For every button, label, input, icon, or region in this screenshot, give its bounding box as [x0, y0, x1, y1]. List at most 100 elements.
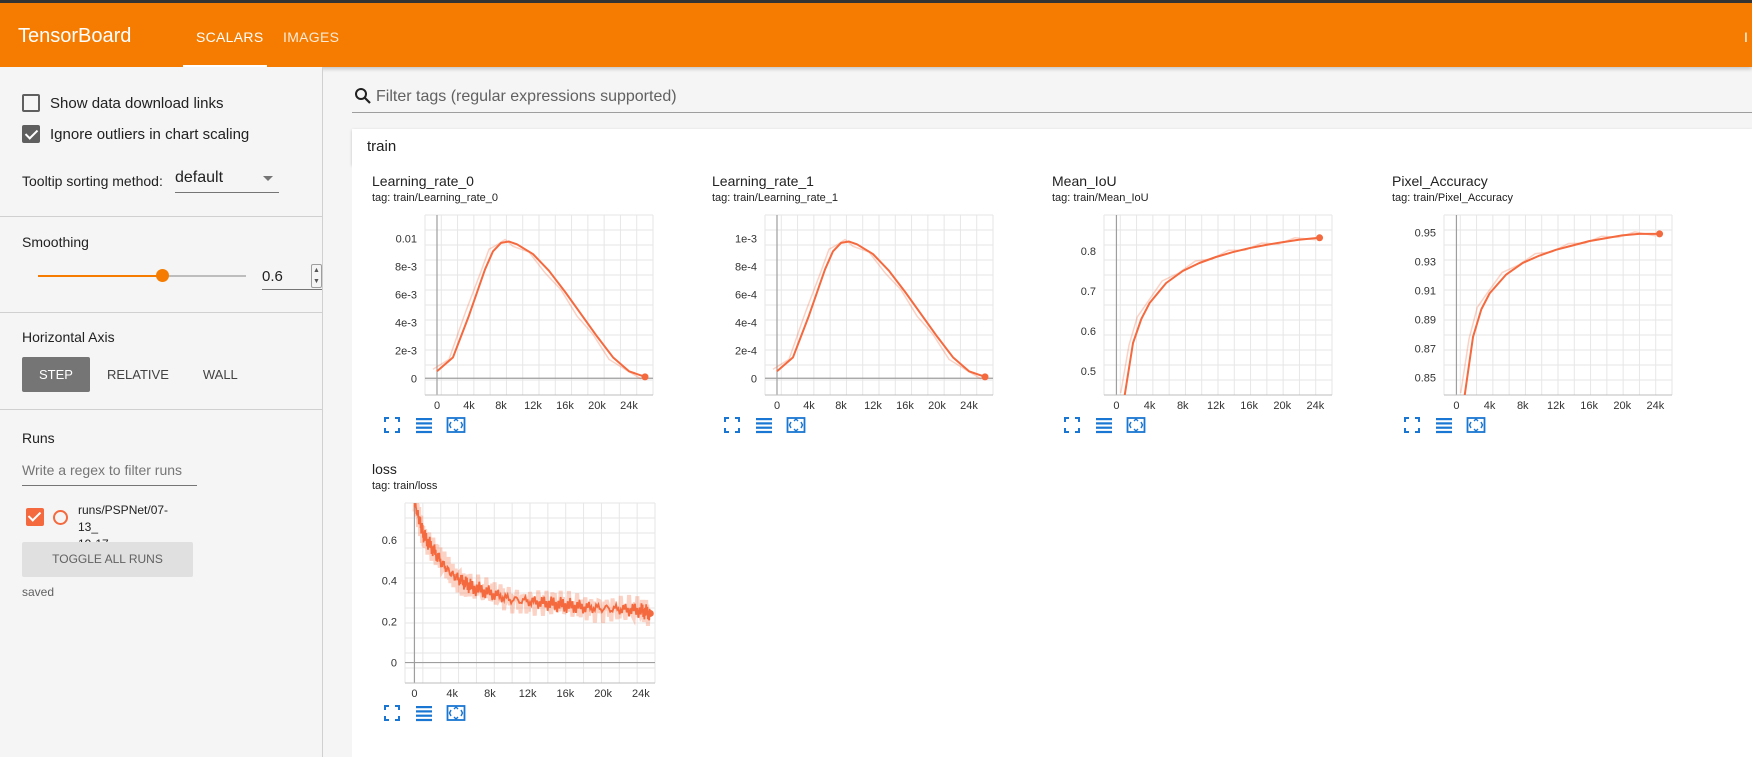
data-list-icon[interactable] — [1434, 415, 1454, 435]
series-group — [1119, 236, 1320, 395]
data-list-icon[interactable] — [414, 415, 434, 435]
x-tick-label: 0 — [1113, 400, 1119, 412]
y-tick-label: 0 — [751, 373, 757, 385]
smoothing-slider-thumb[interactable] — [155, 269, 169, 282]
y-tick-label: 0.87 — [1415, 344, 1436, 356]
y-tick-label: 0.7 — [1081, 286, 1096, 298]
ignore-outliers-option[interactable]: Ignore outliers in chart scaling — [22, 125, 249, 143]
tooltip-sort-select[interactable]: default — [175, 169, 279, 193]
x-tick-label: 16k — [557, 688, 575, 700]
line-chart[interactable]: 0 4k 8k 12k 16k 20k 24k 0 2e-3 4e-3 6e-3 8e-3 0.01 — [352, 205, 692, 425]
tag-group-title: train — [367, 138, 397, 155]
data-list-icon[interactable] — [754, 415, 774, 435]
tab-images[interactable]: IMAGES — [283, 29, 339, 45]
line-chart[interactable]: 0 4k 8k 12k 16k 20k 24k 0.5 0.6 0.7 0.8 — [1032, 205, 1372, 425]
tab-scalars[interactable]: SCALARS — [196, 29, 263, 45]
line-chart[interactable]: 0 4k 8k 12k 16k 20k 24k 0 0.2 0.4 0.6 — [352, 493, 692, 713]
x-tick-label: 16k — [896, 400, 914, 412]
horizontal-axis-title: Horizontal Axis — [22, 329, 115, 345]
sidebar-border — [322, 67, 323, 757]
x-tick-label: 24k — [960, 400, 978, 412]
x-tick-label: 12k — [864, 400, 882, 412]
y-tick-label: 0.95 — [1415, 227, 1436, 239]
tab-overflow-label[interactable]: I — [1744, 29, 1752, 45]
divider — [0, 409, 322, 410]
fit-domain-icon[interactable] — [1466, 415, 1486, 435]
x-tick-label: 4k — [803, 400, 815, 412]
x-tick-label: 8k — [495, 400, 507, 412]
fit-domain-icon[interactable] — [786, 415, 806, 435]
smoothing-title: Smoothing — [22, 234, 89, 250]
smoothing-value-input[interactable]: 0.6 ▲ ▼ — [262, 264, 322, 290]
runs-title: Runs — [22, 430, 55, 446]
raw-series-line — [412, 503, 652, 627]
x-tick-label: 24k — [632, 688, 650, 700]
series-group — [412, 503, 652, 627]
chart-card: Learning_rate_1 tag: train/Learning_rate_… — [692, 165, 1032, 445]
data-list-icon[interactable] — [1094, 415, 1114, 435]
last-point-marker — [981, 373, 989, 381]
x-tick-label: 16k — [1580, 400, 1598, 412]
x-tick-label: 24k — [1647, 400, 1665, 412]
y-tick-label: 0.91 — [1415, 285, 1436, 297]
fullscreen-icon[interactable] — [1402, 415, 1422, 435]
stepper-icon[interactable]: ▲ ▼ — [311, 264, 322, 288]
run-label-line1: runs/PSPNet/07-13_ — [78, 503, 169, 534]
line-chart[interactable]: 0 4k 8k 12k 16k 20k 24k 0.85 0.87 0.89 0.91 0.93 0.9… — [1372, 205, 1712, 425]
y-tick-label: 0.4 — [382, 576, 397, 588]
chart-actions — [1402, 415, 1486, 435]
y-tick-label: 1e-3 — [735, 234, 757, 246]
tag-filter-input[interactable]: Filter tags (regular expressions support… — [352, 79, 1752, 113]
divider — [0, 216, 322, 217]
tooltip-sort-label: Tooltip sorting method: — [22, 173, 163, 189]
show-download-links-option[interactable]: Show data download links — [22, 94, 223, 112]
chart-actions — [722, 415, 806, 435]
chart-actions — [382, 703, 466, 723]
tag-group-header[interactable]: train — [352, 129, 1752, 165]
toggle-all-runs-button[interactable]: TOGGLE ALL RUNS — [22, 542, 193, 577]
y-tick-label: 6e-3 — [395, 290, 417, 302]
fullscreen-icon[interactable] — [382, 703, 402, 723]
y-tick-label: 4e-4 — [735, 317, 757, 329]
x-tick-label: 24k — [1307, 400, 1325, 412]
run-color-icon[interactable] — [53, 510, 68, 525]
y-tick-label: 0.89 — [1415, 315, 1436, 327]
x-tick-label: 0 — [1453, 400, 1459, 412]
x-tick-label: 8k — [1517, 400, 1529, 412]
y-tick-label: 0.6 — [1081, 326, 1096, 338]
y-tick-label: 2e-3 — [395, 345, 417, 357]
fullscreen-icon[interactable] — [1062, 415, 1082, 435]
fullscreen-icon[interactable] — [382, 415, 402, 435]
tooltip-sort-value: default — [175, 169, 224, 186]
series-group — [1459, 231, 1660, 395]
x-tick-label: 20k — [1613, 400, 1631, 412]
smoothed-series-line — [1123, 236, 1320, 395]
chart-cards: Learning_rate_0 tag: train/Learning_rate_… — [352, 165, 1752, 757]
x-tick-label: 16k — [556, 400, 574, 412]
horizontal-axis-buttons: STEP RELATIVE WALL — [22, 357, 255, 392]
fit-domain-icon[interactable] — [446, 415, 466, 435]
axis-step-button[interactable]: STEP — [22, 357, 90, 392]
smoothing-slider[interactable] — [38, 269, 246, 282]
data-list-icon[interactable] — [414, 703, 434, 723]
line-chart[interactable]: 0 4k 8k 12k 16k 20k 24k 0 2e-4 4e-4 6e-4 8e-4 1e-3 — [692, 205, 1032, 425]
x-tick-label: 12k — [524, 400, 542, 412]
fit-domain-icon[interactable] — [446, 703, 466, 723]
smoothed-series-line — [776, 240, 986, 378]
chart-title: Pixel_Accuracy — [1392, 173, 1488, 189]
show-download-links-checkbox[interactable] — [22, 94, 40, 112]
chart-tag: tag: train/Mean_IoU — [1052, 192, 1149, 204]
y-tick-label: 0.93 — [1415, 256, 1436, 268]
axis-wall-button[interactable]: WALL — [186, 357, 255, 392]
run-checkbox[interactable] — [26, 508, 44, 526]
axis-relative-button[interactable]: RELATIVE — [90, 357, 186, 392]
last-point-marker — [641, 373, 649, 381]
sidebar: Show data download links Ignore outliers… — [0, 67, 323, 757]
run-filter-placeholder: Write a regex to filter runs — [22, 462, 183, 478]
chart-card: Learning_rate_0 tag: train/Learning_rate_… — [352, 165, 692, 445]
run-filter-input[interactable]: Write a regex to filter runs — [22, 462, 197, 486]
fit-domain-icon[interactable] — [1126, 415, 1146, 435]
ignore-outliers-checkbox[interactable] — [22, 125, 40, 143]
show-download-links-label: Show data download links — [50, 94, 224, 112]
fullscreen-icon[interactable] — [722, 415, 742, 435]
